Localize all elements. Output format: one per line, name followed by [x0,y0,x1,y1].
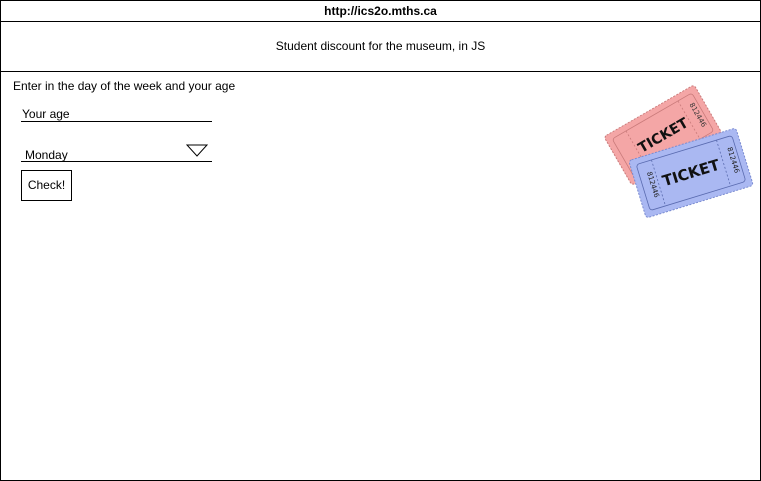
check-button[interactable]: Check! [21,170,72,201]
page-title: Student discount for the museum, in JS [1,22,760,72]
tickets-image: TICKET 812446 TICKET 812446 812446 [604,85,754,218]
url-bar[interactable]: http://ics2o.mths.ca [1,1,760,22]
dropdown-arrow-icon[interactable] [186,144,208,158]
age-input[interactable] [21,107,212,121]
instructions-text: Enter in the day of the week and your ag… [13,79,236,93]
page-frame: http://ics2o.mths.ca Student discount fo… [0,0,761,481]
age-field[interactable] [21,107,212,122]
day-of-week-select[interactable]: Monday [21,144,212,162]
day-selected-value: Monday [25,148,68,162]
